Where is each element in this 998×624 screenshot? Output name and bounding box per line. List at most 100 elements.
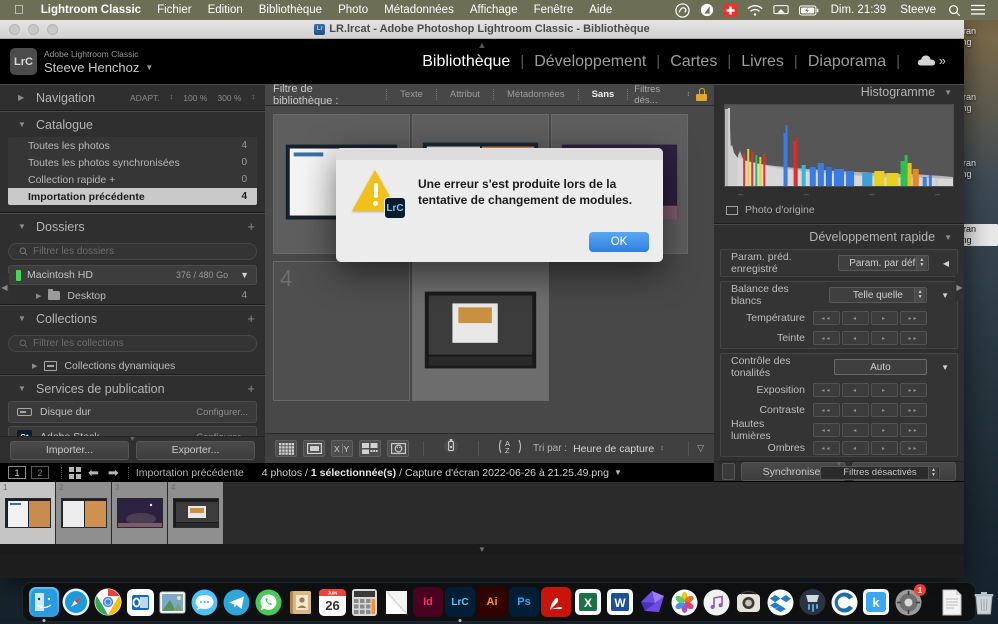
module-livres[interactable]: Livres bbox=[731, 53, 794, 71]
publish-service-hard-drive[interactable]: Disque dur Configurer... bbox=[8, 401, 257, 423]
import-button[interactable]: Importer... bbox=[10, 441, 129, 460]
cloud-sync-button[interactable]: » bbox=[917, 53, 946, 68]
quick-develop-header[interactable]: Développement rapide ▼ bbox=[714, 225, 964, 249]
filmstrip-thumb-2[interactable]: 2 bbox=[56, 482, 112, 544]
identity-badge-2[interactable]: 2 bbox=[31, 466, 49, 479]
survey-view-icon[interactable] bbox=[359, 440, 381, 457]
add-collection-button[interactable]: + bbox=[247, 311, 255, 326]
grid-icon[interactable] bbox=[69, 467, 81, 479]
sort-az-icon[interactable]: AZ bbox=[493, 438, 527, 460]
zoom-300[interactable]: 300 % bbox=[217, 93, 241, 103]
dock-item-sketch-tool[interactable] bbox=[637, 587, 667, 617]
grid-view-icon[interactable] bbox=[275, 440, 297, 457]
zoom-300-stepper-icon[interactable]: ↕ bbox=[252, 94, 256, 101]
dock-item-contacts[interactable] bbox=[285, 587, 315, 617]
menubar-clock[interactable]: Dim. 21:39 bbox=[824, 4, 894, 16]
window-titlebar[interactable]: LR.lrcat - Adobe Photoshop Lightroom Cla… bbox=[0, 20, 964, 39]
tint-increase-large[interactable]: ▸▸ bbox=[900, 331, 927, 345]
folders-filter-input[interactable]: Filtrer les dossiers bbox=[8, 243, 257, 260]
exposure-decrease[interactable]: ◂ bbox=[842, 383, 869, 397]
zoom-fit-stepper-icon[interactable]: ↕ bbox=[170, 94, 174, 101]
dock-item-whatsapp[interactable] bbox=[253, 587, 283, 617]
dock-item-outlook[interactable] bbox=[125, 587, 155, 617]
filmstrip-source[interactable]: Importation précédente bbox=[136, 467, 262, 479]
histogram-header[interactable]: Histogramme ▼ bbox=[714, 84, 964, 99]
dock-item-calendar[interactable]: JUIN26 bbox=[317, 587, 347, 617]
dock-item-cleanmymac[interactable] bbox=[829, 587, 859, 617]
folders-header[interactable]: ▼ Dossiers + bbox=[0, 214, 265, 239]
stepper-icon[interactable]: ↕ bbox=[687, 91, 691, 98]
arrow-right-icon[interactable]: ➡ bbox=[106, 465, 121, 481]
contrast-decrease[interactable]: ◂ bbox=[842, 403, 869, 417]
dock-item-photos-preview[interactable] bbox=[157, 587, 187, 617]
dock-item-chrome[interactable] bbox=[93, 587, 123, 617]
contrast-increase[interactable]: ▸ bbox=[871, 403, 898, 417]
menu-item-bibliotheque[interactable]: Bibliothèque bbox=[251, 4, 330, 16]
triangle-right-icon[interactable]: ▶ bbox=[18, 93, 28, 102]
dock-item-cleaner[interactable] bbox=[797, 587, 827, 617]
triangle-right-icon[interactable]: ▶ bbox=[32, 362, 37, 370]
menu-item-fenetre[interactable]: Fenêtre bbox=[526, 4, 582, 16]
left-panel-scroll-handle[interactable]: ▼ bbox=[129, 436, 136, 443]
saved-preset-select[interactable]: Param. par déf. ▲▼ bbox=[838, 255, 928, 271]
bottom-panel-toggle[interactable]: ▼ bbox=[0, 544, 964, 554]
filter-tab-texte[interactable]: Texte bbox=[393, 89, 430, 100]
histogram-chart[interactable] bbox=[724, 104, 954, 187]
contrast-decrease-large[interactable]: ◂◂ bbox=[813, 403, 840, 417]
zoom-fit[interactable]: ADAPT. bbox=[130, 93, 160, 103]
temperature-increase[interactable]: ▸ bbox=[871, 311, 898, 325]
menu-item-aide[interactable]: Aide bbox=[581, 4, 620, 16]
control-center-icon[interactable] bbox=[966, 0, 990, 20]
folder-item-desktop[interactable]: ▶ Desktop 4 bbox=[8, 287, 257, 304]
dock-item-indesign[interactable]: Id bbox=[413, 587, 443, 617]
left-panel-toggle[interactable]: ◀ bbox=[0, 273, 9, 301]
shadows-increase[interactable]: ▸ bbox=[871, 441, 898, 455]
filmstrip-thumb-1[interactable]: 1 bbox=[0, 482, 56, 544]
swiss-flag-icon[interactable] bbox=[719, 0, 742, 20]
tint-decrease-large[interactable]: ◂◂ bbox=[813, 331, 840, 345]
volume-macintosh-hd[interactable]: Macintosh HD 376 / 480 Go ▼ bbox=[8, 265, 257, 285]
module-cartes[interactable]: Cartes bbox=[660, 53, 727, 71]
tint-decrease[interactable]: ◂ bbox=[842, 331, 869, 345]
dock-item-messages[interactable] bbox=[189, 587, 219, 617]
dock-item-acrobat[interactable] bbox=[541, 587, 571, 617]
filter-tab-metadonnees[interactable]: Métadonnées bbox=[500, 89, 572, 100]
wifi-icon[interactable] bbox=[742, 0, 768, 20]
shadows-decrease-large[interactable]: ◂◂ bbox=[813, 441, 840, 455]
dock-item-photoshop[interactable]: Ps bbox=[509, 587, 539, 617]
stepper-icon[interactable]: ▲▼ bbox=[916, 256, 927, 270]
collection-item-smart[interactable]: ▶ Collections dynamiques bbox=[0, 357, 265, 374]
identity-plate[interactable]: LrC Adobe Lightroom Classic Steeve Hench… bbox=[10, 48, 153, 75]
dock-item-photos[interactable] bbox=[669, 587, 699, 617]
exposure-increase-large[interactable]: ▸▸ bbox=[900, 383, 927, 397]
lock-icon[interactable] bbox=[696, 88, 706, 101]
auto-tone-button[interactable]: Auto bbox=[834, 359, 927, 375]
dock-item-finder[interactable] bbox=[29, 587, 59, 617]
chevron-down-icon[interactable]: ▼ bbox=[240, 270, 249, 280]
triangle-right-icon[interactable]: ▶ bbox=[36, 292, 41, 300]
add-publish-service-button[interactable]: + bbox=[247, 381, 255, 396]
contrast-increase-large[interactable]: ▸▸ bbox=[900, 403, 927, 417]
sync-icon[interactable] bbox=[722, 463, 735, 480]
dropbox-icon[interactable] bbox=[695, 0, 719, 20]
stepper-icon[interactable]: ▲▼ bbox=[914, 288, 925, 302]
filmstrip-thumb-3[interactable]: 3 bbox=[112, 482, 168, 544]
creative-cloud-icon[interactable] bbox=[670, 0, 695, 20]
tint-increase[interactable]: ▸ bbox=[871, 331, 898, 345]
dock-item-safari[interactable] bbox=[61, 587, 91, 617]
dock-item-notes[interactable] bbox=[381, 587, 411, 617]
dock-item-lightroom-classic[interactable]: LrC bbox=[445, 587, 475, 617]
ok-button[interactable]: OK bbox=[589, 232, 649, 252]
search-icon[interactable] bbox=[943, 0, 966, 20]
zoom-100[interactable]: 100 % bbox=[183, 93, 207, 103]
highlights-increase-large[interactable]: ▸▸ bbox=[900, 423, 927, 437]
dock-item-calculator[interactable] bbox=[349, 587, 379, 617]
collections-header[interactable]: ▼ Collections + bbox=[0, 306, 265, 331]
highlights-increase[interactable]: ▸ bbox=[871, 423, 898, 437]
triangle-down-icon[interactable]: ▼ bbox=[941, 363, 949, 372]
right-panel-toggle[interactable]: ▶ bbox=[955, 273, 964, 301]
navigator-header[interactable]: ▶ Navigation ADAPT.↕ 100 % 300 %↕ bbox=[0, 85, 265, 110]
highlights-decrease-large[interactable]: ◂◂ bbox=[813, 423, 840, 437]
temperature-increase-large[interactable]: ▸▸ bbox=[900, 311, 927, 325]
menu-item-affichage[interactable]: Affichage bbox=[462, 4, 526, 16]
